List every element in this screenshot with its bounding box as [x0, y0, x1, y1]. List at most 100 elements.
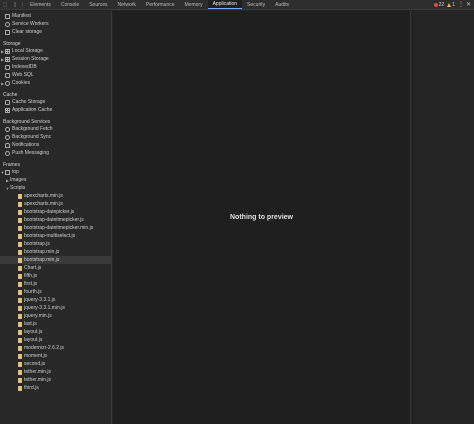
tab-network[interactable]: Network: [113, 0, 141, 9]
script-file-label: jquery.min.js: [24, 313, 52, 319]
frame-item-top[interactable]: ▼ top: [0, 168, 111, 176]
sidebar-item-notifications[interactable]: Notifications: [0, 141, 111, 149]
script-file-item[interactable]: bootstrap.js: [0, 240, 111, 248]
tab-application[interactable]: Application: [207, 0, 243, 9]
sidebar-item-indexeddb[interactable]: IndexedDB: [0, 63, 111, 71]
frame-folder-scripts[interactable]: ▼ Scripts: [0, 184, 111, 192]
script-file-item[interactable]: bootstrap.min.js: [0, 248, 111, 256]
sidebar-item-service-workers[interactable]: Service Workers: [0, 20, 111, 28]
sidebar-item-local-storage[interactable]: ▶ Local Storage: [0, 47, 111, 55]
warning-badge[interactable]: 1: [447, 2, 455, 8]
script-file-label: bootstrap-datetimepicker.min.js: [24, 225, 94, 231]
js-file-icon: [18, 289, 22, 295]
sidebar-item-cookies[interactable]: ▶ Cookies: [0, 79, 111, 87]
script-file-label: moment.js: [24, 353, 48, 359]
script-file-item[interactable]: bootstrap-multiselect.js: [0, 232, 111, 240]
gear-icon: [5, 21, 10, 27]
tab-performance[interactable]: Performance: [141, 0, 180, 9]
tab-elements[interactable]: Elements: [25, 0, 56, 9]
warning-count: 1: [452, 1, 455, 8]
frames-section: Frames ▼ top ▶ Images ▼ Scripts apexchar…: [0, 161, 111, 392]
script-file-item[interactable]: Chart.js: [0, 264, 111, 272]
js-file-icon: [18, 353, 22, 359]
inspect-element-icon[interactable]: ⬚: [0, 0, 10, 9]
db-icon: [5, 99, 10, 105]
js-file-icon: [18, 233, 22, 239]
sidebar-item-background-sync[interactable]: Background Sync: [0, 133, 111, 141]
sync-icon: [5, 126, 10, 132]
empty-preview-message: Nothing to preview: [230, 214, 293, 221]
script-file-label: tether.min.js: [24, 369, 51, 375]
sidebar-item-label: Cache Storage: [12, 99, 46, 105]
sidebar-item-background-fetch[interactable]: Background Fetch: [0, 125, 111, 133]
sidebar-item-label: IndexedDB: [12, 64, 37, 70]
toolbar-divider: [22, 2, 23, 7]
script-file-item[interactable]: moment.js: [0, 352, 111, 360]
sidebar-item-label: top: [12, 169, 19, 175]
sidebar-item-application-cache[interactable]: Application Cache: [0, 106, 111, 114]
sidebar-item-label: Session Storage: [12, 56, 49, 62]
script-file-item[interactable]: layout.js: [0, 336, 111, 344]
script-file-item[interactable]: fifth.js: [0, 272, 111, 280]
script-file-item[interactable]: bootstrap-datetimepicker.js: [0, 216, 111, 224]
error-icon: [433, 2, 438, 7]
script-file-label: Chart.js: [24, 265, 42, 271]
more-options-icon[interactable]: ⋮: [458, 1, 464, 8]
section-title-frames: Frames: [3, 162, 20, 168]
sidebar-item-session-storage[interactable]: ▶ Session Storage: [0, 55, 111, 63]
cookie-icon: [5, 80, 10, 86]
script-file-label: modernizr-2.6.2.js: [24, 345, 65, 351]
toolbar-status: 22 1 ⋮ ✕: [433, 0, 474, 9]
script-file-item[interactable]: jquery.min.js: [0, 312, 111, 320]
script-file-label: jquery-3.3.1.js: [24, 297, 56, 303]
script-file-item[interactable]: first.js: [0, 280, 111, 288]
tab-console[interactable]: Console: [56, 0, 84, 9]
sidebar-item-cache-storage[interactable]: Cache Storage: [0, 98, 111, 106]
sidebar-item-label: Application Cache: [12, 107, 53, 113]
script-file-item[interactable]: tether.min.js: [0, 368, 111, 376]
js-file-icon: [18, 209, 22, 215]
script-file-item[interactable]: fourth.js: [0, 288, 111, 296]
script-file-item[interactable]: jquery-3.3.1.js: [0, 296, 111, 304]
trash-icon: [5, 29, 10, 35]
script-file-item[interactable]: modernizr-2.6.2.js: [0, 344, 111, 352]
sidebar-item-push-messaging[interactable]: Push Messaging: [0, 149, 111, 157]
sidebar-item-label: Notifications: [12, 142, 40, 148]
js-file-icon: [18, 265, 22, 271]
section-title-background-services: Background Services: [3, 119, 51, 125]
tab-sources[interactable]: Sources: [84, 0, 112, 9]
sidebar-item-clear-storage[interactable]: Clear storage: [0, 28, 111, 36]
sidebar-item-web-sql[interactable]: Web SQL: [0, 71, 111, 79]
frame-folder-images[interactable]: ▶ Images: [0, 176, 111, 184]
tab-memory[interactable]: Memory: [180, 0, 208, 9]
script-file-item[interactable]: bootstrap-datepicker.js: [0, 208, 111, 216]
script-file-item[interactable]: apexcharts.min.js: [0, 200, 111, 208]
script-file-label: third.js: [24, 385, 39, 391]
tab-audits[interactable]: Audits: [270, 0, 294, 9]
close-devtools-icon[interactable]: ✕: [466, 1, 471, 8]
js-file-icon: [18, 257, 22, 263]
script-file-item[interactable]: second.js: [0, 360, 111, 368]
js-file-icon: [18, 377, 22, 383]
js-file-icon: [18, 281, 22, 287]
script-file-item[interactable]: tether.min.js: [0, 376, 111, 384]
cache-section: Cache Cache Storage Application Cache: [0, 91, 111, 114]
db-icon: [5, 72, 10, 78]
error-badge[interactable]: 22: [433, 2, 444, 8]
script-file-label: last.js: [24, 321, 37, 327]
js-file-icon: [18, 241, 22, 247]
script-file-item[interactable]: jquery-3.3.1.min.js: [0, 304, 111, 312]
script-file-item[interactable]: last.js: [0, 320, 111, 328]
script-file-item[interactable]: third.js: [0, 384, 111, 392]
script-file-label: layout.js: [24, 329, 43, 335]
script-file-item[interactable]: bootstrap.min.js: [0, 256, 111, 264]
cloud-icon: [5, 150, 10, 156]
script-file-item[interactable]: apexcharts.min.js: [0, 192, 111, 200]
script-file-label: bootstrap-multiselect.js: [24, 233, 76, 239]
script-file-item[interactable]: layout.js: [0, 328, 111, 336]
application-sidebar: Manifest Service Workers Clear storage S…: [0, 11, 112, 424]
tab-security[interactable]: Security: [242, 0, 270, 9]
device-toolbar-icon[interactable]: ▯: [10, 0, 20, 9]
sidebar-item-manifest[interactable]: Manifest: [0, 12, 111, 20]
script-file-item[interactable]: bootstrap-datetimepicker.min.js: [0, 224, 111, 232]
